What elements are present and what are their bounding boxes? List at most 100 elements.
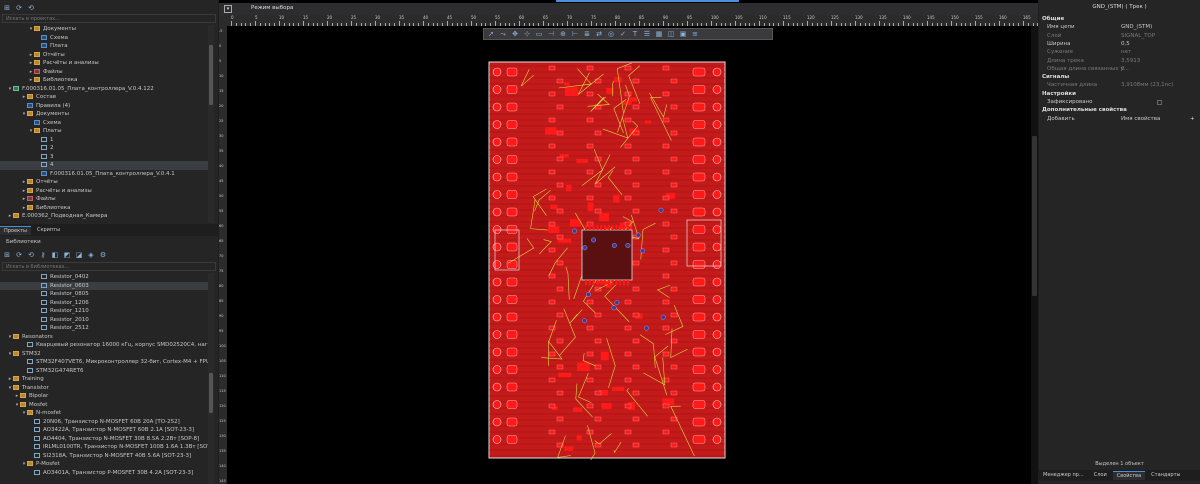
snap-icon[interactable]: ◫ xyxy=(667,30,675,38)
tree-item[interactable]: ▸ Bipolar xyxy=(0,392,208,401)
property-row[interactable]: Частичная длина 3,9108мм (23,1nс) xyxy=(1039,81,1200,89)
tree-item[interactable]: Resistor_1210 xyxy=(0,307,208,316)
sync-icon[interactable]: ⟲ xyxy=(27,4,35,12)
sync-library-icon[interactable]: ⟲ xyxy=(27,251,35,259)
property-row[interactable]: Ширина 0,5 xyxy=(1039,40,1200,48)
pcb-board[interactable] xyxy=(487,60,727,460)
tree-item[interactable]: AO4404, Транзистор N-MOSFET 30В 8.5А 2.2… xyxy=(0,435,208,444)
tree-item[interactable]: Resistor_2512 xyxy=(0,324,208,333)
text-tool-icon[interactable]: T xyxy=(631,30,639,38)
tree-item[interactable]: SI2318A, Транзистор N-MOSFET 40В 5.6А [S… xyxy=(0,452,208,461)
tree-item[interactable]: ▾ P-Mosfet xyxy=(0,460,208,469)
add-library-icon[interactable]: ⊞ xyxy=(3,251,11,259)
tree-item[interactable]: ▾ Resonators xyxy=(0,333,208,342)
tree-item[interactable]: ▸ Библиотека xyxy=(0,204,208,213)
tree-item[interactable]: AO3422A, Транзистор N-MOSFET 60В 2.1А [S… xyxy=(0,426,208,435)
tree-item[interactable]: STM32G474RET6 xyxy=(0,367,208,376)
tree-item[interactable]: ▾ Transistor xyxy=(0,384,208,393)
align-right-icon[interactable]: ⊢ xyxy=(571,30,579,38)
tree-item[interactable]: Resistor_2010 xyxy=(0,316,208,325)
tree-item[interactable]: ▸ Расчёты и анализы xyxy=(0,59,208,68)
tree-item[interactable]: ▾ STM32 xyxy=(0,350,208,359)
grid-icon[interactable]: ▦ xyxy=(655,30,663,38)
property-row[interactable]: Добавить Имя свойства + xyxy=(1039,115,1200,123)
document-icon[interactable]: ▾ xyxy=(224,5,232,13)
tree-item[interactable]: ▸ Состав xyxy=(0,93,208,102)
property-row[interactable]: Зафиксировано xyxy=(1039,98,1200,106)
tree-item[interactable]: Resistor_1206 xyxy=(0,299,208,308)
component-icon[interactable]: ◧ xyxy=(51,251,59,259)
route-tool-icon[interactable]: ⤳ xyxy=(499,30,507,38)
property-row[interactable]: Имя цепи GND_(STM) xyxy=(1039,23,1200,31)
symbol-icon[interactable]: ◩ xyxy=(63,251,71,259)
tree-item[interactable]: Кварцевый резонатор 16000 кГц, корпус SM… xyxy=(0,341,208,350)
tree-item[interactable]: 3 xyxy=(0,153,208,162)
tree-item[interactable]: ▸ Файлы xyxy=(0,195,208,204)
tree-item[interactable]: ▾ Mosfet xyxy=(0,401,208,410)
projects-search-input[interactable]: Искать в проектах... xyxy=(2,14,216,23)
tree-item[interactable]: Resistor_0402 xyxy=(0,273,208,282)
tree-item[interactable]: IRLML0100TR, Транзистор N-MOSFET 100В 1.… xyxy=(0,443,208,452)
tree-item[interactable]: AO3401A, Транзистор P-MOSFET 30В 4.2А [S… xyxy=(0,469,208,478)
tree-item[interactable]: STM32F407VET6, Микроконтроллер 32-бит, C… xyxy=(0,358,208,367)
distribute-icon[interactable]: ≣ xyxy=(583,30,591,38)
select-tool-icon[interactable]: ➚ xyxy=(487,30,495,38)
tree-item[interactable]: ▸ Библиотека xyxy=(0,76,208,85)
align-center-icon[interactable]: ⊕ xyxy=(559,30,567,38)
flip-icon[interactable]: ⇄ xyxy=(595,30,603,38)
drc-icon[interactable]: ✓ xyxy=(619,30,627,38)
tree-item[interactable]: 2 xyxy=(0,144,208,153)
libraries-scrollbar[interactable] xyxy=(208,273,214,484)
tree-item[interactable]: Правила (4) xyxy=(0,102,208,111)
tree-item[interactable]: ▾ Документы xyxy=(0,25,208,34)
tree-item[interactable]: F.000316.01.05_Плата_контроллера_V.0.4.1 xyxy=(0,170,208,179)
tree-item[interactable]: ▸ E.000362_Подводная_Камера xyxy=(0,212,208,221)
via-icon[interactable]: ◎ xyxy=(607,30,615,38)
property-row[interactable]: Общая длина связанных у... 0 xyxy=(1039,65,1200,73)
tree-item[interactable]: Плата xyxy=(0,42,208,51)
property-section-header[interactable]: Сигналы xyxy=(1039,73,1200,81)
projects-scrollbar[interactable] xyxy=(208,25,214,223)
tree-item[interactable]: ▾ F.000316.01.05_Плата_контроллера_V.0.4.… xyxy=(0,85,208,94)
move-tool-icon[interactable]: ✥ xyxy=(511,30,519,38)
tab-scripts[interactable]: Скрипты xyxy=(33,226,64,235)
tree-item[interactable]: ▸ Training xyxy=(0,375,208,384)
model-icon[interactable]: ◈ xyxy=(87,251,95,259)
footprint-icon[interactable]: ◪ xyxy=(75,251,83,259)
property-row[interactable]: Сужение нет xyxy=(1039,48,1200,56)
align-left-icon[interactable]: ⊣ xyxy=(547,30,555,38)
property-row[interactable]: Длина трека 3,5913 xyxy=(1039,57,1200,65)
tree-item[interactable]: ▸ Отчёты xyxy=(0,51,208,60)
tree-item[interactable]: ▾ N-mosfet xyxy=(0,409,208,418)
tree-item[interactable]: Схема xyxy=(0,119,208,128)
tree-item[interactable]: Resistor_0805 xyxy=(0,290,208,299)
key-icon[interactable]: ⚷ xyxy=(39,251,47,259)
refresh-icon[interactable]: ⟳ xyxy=(15,4,23,12)
tree-item[interactable]: Схема xyxy=(0,34,208,43)
add-property-icon[interactable]: + xyxy=(1190,115,1195,123)
property-section-header[interactable]: Настройки xyxy=(1039,90,1200,98)
tree-item[interactable]: ▾ Платы xyxy=(0,127,208,136)
tree-item[interactable]: ▸ Отчёты xyxy=(0,178,208,187)
right-tab[interactable]: Менеджер пр... xyxy=(1039,471,1088,480)
tree-item[interactable]: 20N06, Транзистор N-MOSFET 60В 20А [TO-2… xyxy=(0,418,208,427)
tab-projects[interactable]: Проекты xyxy=(0,225,31,235)
property-section-header[interactable]: Дополнительные свойства xyxy=(1039,106,1200,114)
refresh-library-icon[interactable]: ⟳ xyxy=(15,251,23,259)
settings-dropdown-icon[interactable]: ⚙ xyxy=(99,251,107,259)
right-tab[interactable]: Стандарты xyxy=(1147,471,1184,480)
property-section-header[interactable]: Общие xyxy=(1039,15,1200,23)
view-icon[interactable]: ▣ xyxy=(679,30,687,38)
add-icon[interactable]: ⊞ xyxy=(3,4,11,12)
editor-vscrollbar[interactable] xyxy=(1031,26,1038,484)
tree-item[interactable]: Resistor_0603 xyxy=(0,281,208,290)
right-tab[interactable]: Свойства xyxy=(1112,471,1146,480)
libraries-search-input[interactable]: Искать в библиотеках... xyxy=(2,262,216,271)
tree-item[interactable]: ▸ Расчёты и анализы xyxy=(0,187,208,196)
property-row[interactable]: Слой SIGNAL_TOP xyxy=(1039,32,1200,40)
menu-icon[interactable]: ≡ xyxy=(691,30,699,38)
tree-item[interactable]: ▾ Документы xyxy=(0,110,208,119)
rect-tool-icon[interactable]: ▭ xyxy=(535,30,543,38)
right-tab[interactable]: Слои xyxy=(1090,471,1111,480)
tree-item[interactable]: 4 xyxy=(0,161,208,170)
